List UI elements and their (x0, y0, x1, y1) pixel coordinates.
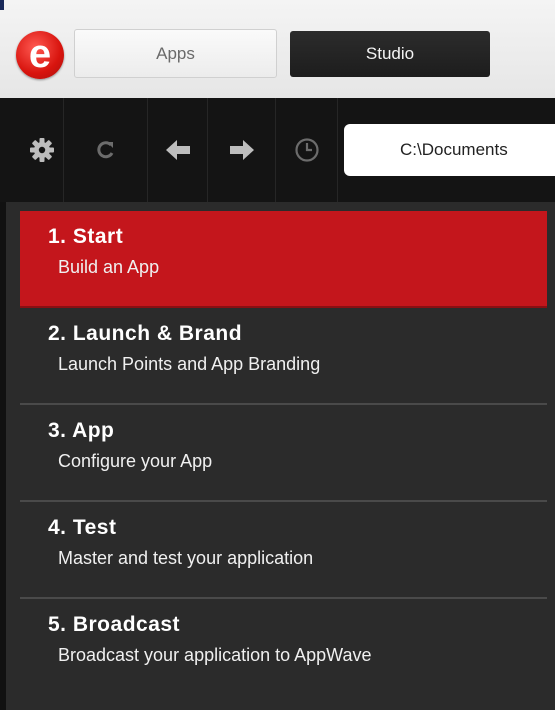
back-button[interactable] (148, 98, 208, 202)
step-subtitle: Master and test your application (58, 548, 314, 568)
toolbar: C:\Documents (0, 98, 555, 202)
step-title: 1. Start (48, 225, 124, 248)
step-subtitle: Build an App (58, 257, 160, 277)
step-broadcast[interactable]: 5. Broadcast Broadcast your application … (20, 599, 547, 696)
back-arrow-icon (165, 140, 190, 160)
step-subtitle: Broadcast your application to AppWave (58, 645, 372, 665)
step-launch-brand[interactable]: 2. Launch & Brand Launch Points and App … (20, 308, 547, 405)
refresh-button[interactable] (64, 98, 148, 202)
step-test[interactable]: 4. Test Master and test your application (20, 502, 547, 599)
step-title: 5. Broadcast (48, 613, 181, 636)
gear-icon (29, 138, 54, 162)
window-corner-mark (0, 0, 4, 10)
tab-studio[interactable]: Studio (290, 31, 490, 77)
forward-button[interactable] (208, 98, 276, 202)
step-title: 4. Test (48, 516, 117, 539)
refresh-icon (96, 141, 113, 159)
step-app[interactable]: 3. App Configure your App (20, 405, 547, 502)
step-title: 3. App (48, 419, 115, 442)
forward-arrow-icon (229, 140, 254, 160)
history-button[interactable] (276, 98, 338, 202)
steps-list: 1. Start Build an App 2. Launch & Brand … (0, 202, 555, 710)
path-text: C:\Documents (400, 140, 508, 159)
step-subtitle: Configure your App (58, 451, 213, 471)
path-field[interactable]: C:\Documents (344, 124, 555, 176)
step-title: 2. Launch & Brand (48, 322, 243, 345)
history-clock-icon (294, 138, 319, 162)
step-start[interactable]: 1. Start Build an App (20, 211, 547, 308)
logo-letter: e (28, 32, 52, 76)
app-header: e Apps Studio (0, 0, 555, 98)
panel-left-edge (0, 202, 6, 710)
step-subtitle: Launch Points and App Branding (58, 354, 321, 374)
app-logo[interactable]: e (16, 31, 64, 79)
settings-button[interactable] (20, 98, 64, 202)
studio-panel: C:\Documents 1. Start Build an App 2. La… (0, 98, 555, 710)
tab-apps[interactable]: Apps (74, 29, 277, 78)
